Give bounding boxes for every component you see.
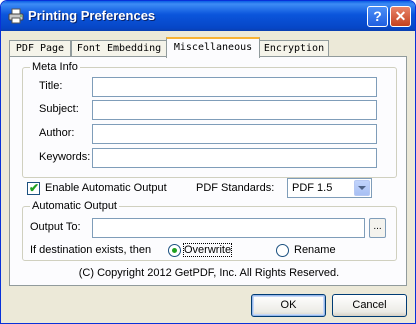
chevron-down-icon[interactable]	[354, 180, 370, 196]
overwrite-radio[interactable]	[168, 244, 181, 257]
overwrite-label[interactable]: Overwrite	[182, 243, 233, 257]
rename-label[interactable]: Rename	[294, 244, 336, 256]
meta-info-label: Meta Info	[30, 61, 80, 73]
radio-selected-dot	[172, 248, 177, 253]
printing-preferences-dialog: Printing Preferences ? ✕ PDF Page Font E…	[0, 0, 416, 324]
author-field[interactable]	[92, 124, 377, 144]
rename-radio[interactable]	[276, 244, 289, 257]
miscellaneous-panel: Meta Info Title: Subject: Author: Keywor…	[9, 56, 407, 286]
tab-pdf-page[interactable]: PDF Page	[9, 40, 71, 57]
help-button[interactable]: ?	[367, 6, 388, 27]
enable-automatic-output-checkbox[interactable]: ✔	[27, 181, 40, 195]
author-label: Author:	[39, 127, 75, 139]
window-title: Printing Preferences	[28, 8, 156, 23]
cancel-button[interactable]: Cancel	[332, 294, 407, 317]
title-field[interactable]	[92, 77, 377, 97]
tab-encryption[interactable]: Encryption	[259, 40, 329, 57]
checkmark-icon: ✔	[29, 181, 40, 195]
if-destination-exists-label: If destination exists, then	[30, 244, 152, 256]
keywords-label: Keywords:	[39, 151, 91, 163]
output-to-label: Output To:	[30, 221, 81, 233]
pdf-standards-label: PDF Standards:	[196, 182, 275, 194]
close-button[interactable]: ✕	[390, 6, 411, 27]
enable-automatic-output-label[interactable]: Enable Automatic Output	[45, 182, 167, 194]
printer-icon	[8, 8, 24, 24]
title-bar[interactable]: Printing Preferences ? ✕	[1, 1, 415, 31]
copyright-text: (C) Copyright 2012 GetPDF, Inc. All Righ…	[78, 267, 340, 279]
ok-button[interactable]: OK	[251, 294, 326, 317]
automatic-output-group: Automatic Output Output To: ... If desti…	[22, 200, 397, 261]
automatic-output-label: Automatic Output	[30, 200, 119, 212]
output-to-field[interactable]	[92, 218, 365, 238]
tab-miscellaneous[interactable]: Miscellaneous	[166, 37, 260, 58]
tab-font-embedding[interactable]: Font Embedding	[71, 40, 167, 57]
keywords-field[interactable]	[92, 148, 377, 168]
pdf-standards-value: PDF 1.5	[292, 182, 333, 194]
meta-info-group: Meta Info Title: Subject: Author: Keywor…	[22, 61, 397, 178]
title-label: Title:	[39, 80, 63, 92]
subject-field[interactable]	[92, 100, 377, 120]
subject-label: Subject:	[39, 103, 79, 115]
browse-button[interactable]: ...	[369, 218, 386, 238]
pdf-standards-select[interactable]: PDF 1.5	[287, 178, 372, 198]
